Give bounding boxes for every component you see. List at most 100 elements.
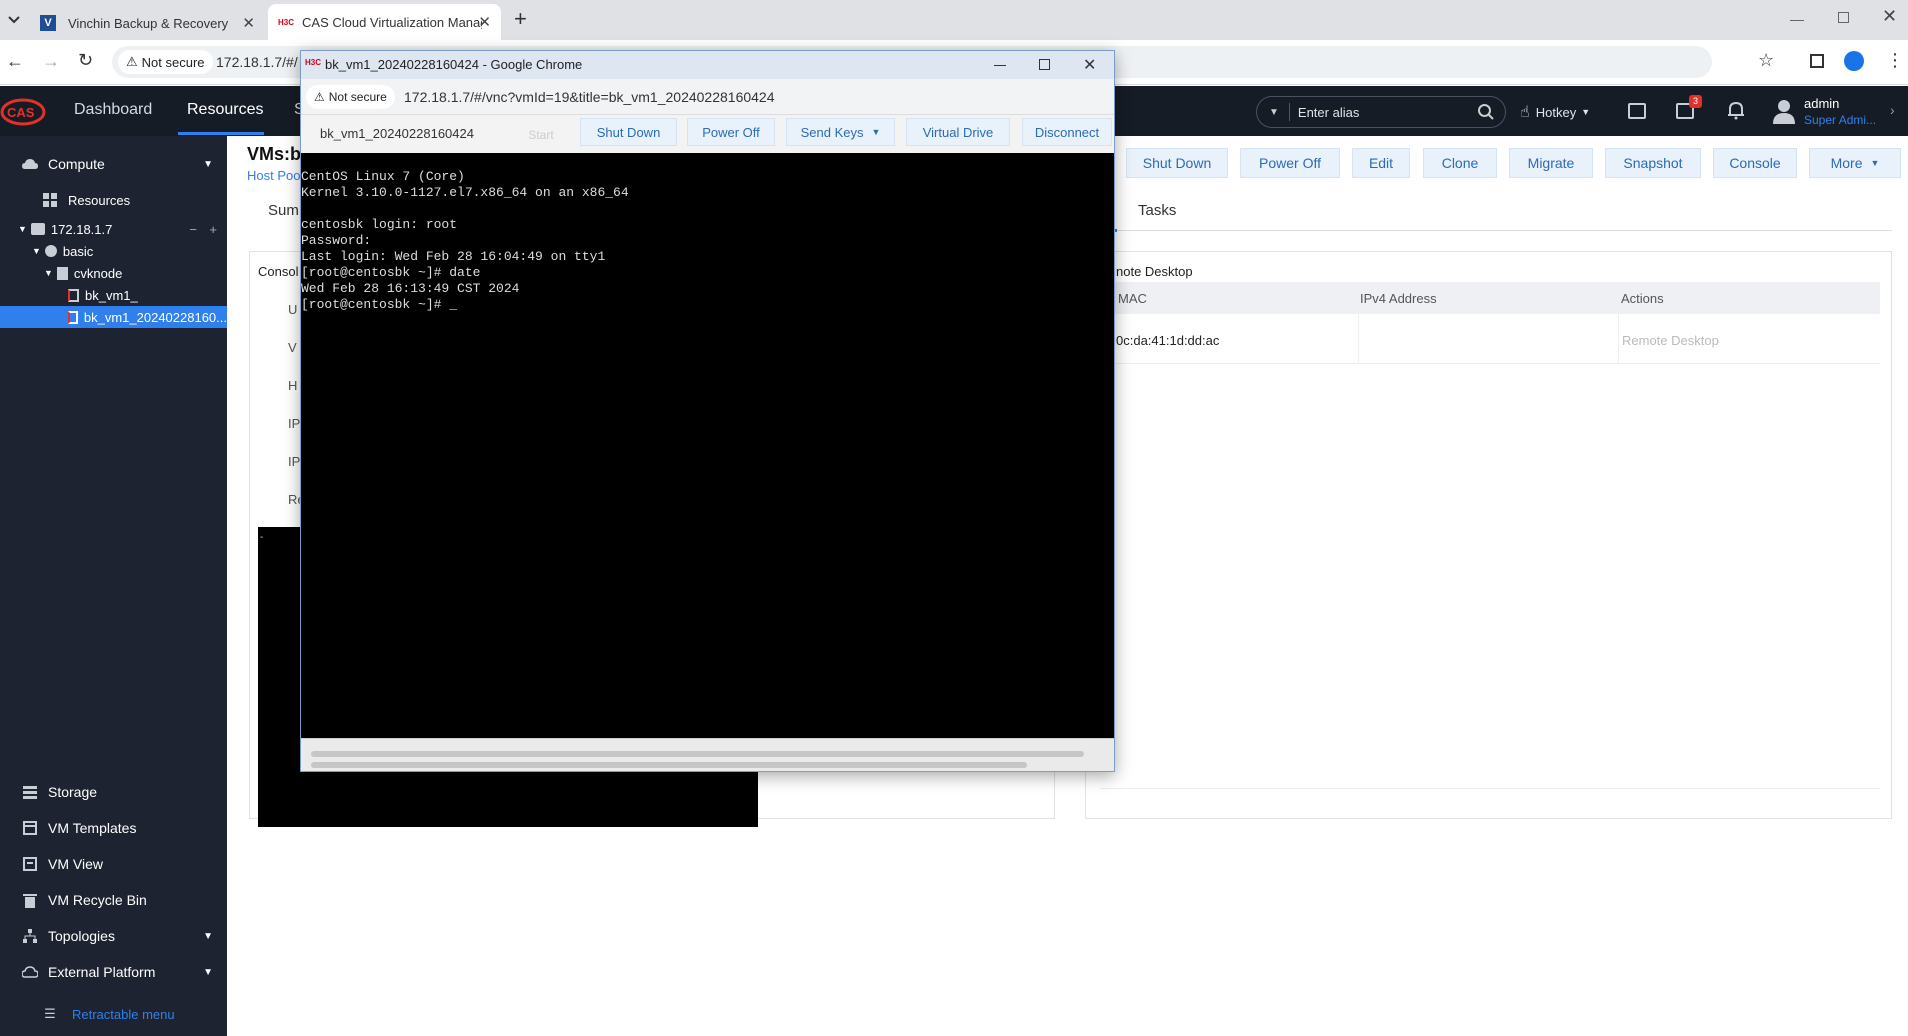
reload-icon[interactable]: ↻ <box>78 50 93 71</box>
vnc-virtual-drive-button[interactable]: Virtual Drive <box>906 118 1010 146</box>
alias-search[interactable]: ▼ Enter alias <box>1256 96 1506 128</box>
remote-desktop-link[interactable]: Remote Desktop <box>1622 333 1719 348</box>
close-icon[interactable]: ✕ <box>478 13 491 31</box>
tree-cluster[interactable]: ▼ basic <box>0 240 227 262</box>
bell-icon[interactable] <box>1727 100 1745 120</box>
caret-down-icon[interactable]: ▼ <box>32 246 41 256</box>
nav-dashboard[interactable]: Dashboard <box>74 101 152 119</box>
column-header-ipv4: IPv4 Address <box>1360 291 1437 306</box>
sidebar-storage[interactable]: Storage <box>0 778 227 806</box>
close-window-icon[interactable]: ✕ <box>1882 6 1897 27</box>
snapshot-button[interactable]: Snapshot <box>1605 148 1701 178</box>
tabs-divider <box>1115 230 1892 231</box>
tree-node[interactable]: ▼ cvknode <box>0 262 227 284</box>
back-icon[interactable]: ← <box>6 51 24 72</box>
chevron-down-icon: ▼ <box>203 158 213 170</box>
forward-icon[interactable]: → <box>42 51 60 72</box>
clone-button[interactable]: Clone <box>1423 148 1497 178</box>
sidebar-vm-view[interactable]: VM View <box>0 850 227 878</box>
search-icon[interactable] <box>1477 103 1495 121</box>
poweroff-button[interactable]: Power Off <box>1240 148 1340 178</box>
sidebar-topologies[interactable]: Topologies ▼ <box>0 922 227 950</box>
fullscreen-icon[interactable] <box>1628 103 1646 119</box>
summary-label-4: IP <box>288 416 301 431</box>
sidebar-resources[interactable]: Resources <box>0 188 227 212</box>
host-icon <box>30 223 45 235</box>
nav-resources-underline <box>178 132 264 135</box>
topology-icon <box>22 928 38 944</box>
sidebar-external-platform[interactable]: External Platform ▼ <box>0 958 227 986</box>
bookmark-star-icon[interactable]: ☆ <box>1758 50 1774 71</box>
vnc-shutdown-button[interactable]: Shut Down <box>580 118 677 146</box>
vnc-sendkeys-button[interactable]: Send Keys ▼ <box>786 118 895 146</box>
warning-icon: ⚠ <box>126 54 138 69</box>
column-divider <box>1618 314 1619 364</box>
new-tab-button[interactable]: + <box>514 6 527 32</box>
tab-search-button[interactable] <box>4 10 24 30</box>
chevron-down-icon[interactable]: ▼ <box>1269 107 1279 118</box>
vnc-start-button[interactable]: Start <box>520 124 562 146</box>
browser-tab-vinchin[interactable]: V Vinchin Backup & Recovery ✕ <box>30 6 265 40</box>
terminal-line: Wed Feb 28 16:13:49 CST 2024 <box>301 281 520 296</box>
user-name[interactable]: admin <box>1804 96 1839 111</box>
h3c-favicon-icon: H3C <box>305 58 322 67</box>
migrate-button[interactable]: Migrate <box>1509 148 1593 178</box>
kebab-menu-icon[interactable]: ⋮ <box>1886 50 1904 71</box>
popup-not-secure-badge[interactable]: ⚠ Not secure <box>306 85 395 109</box>
popup-maximize-icon[interactable] <box>1039 59 1050 70</box>
sidebar-vm-recycle-bin[interactable]: VM Recycle Bin <box>0 886 227 914</box>
more-button[interactable]: More ▼ <box>1809 148 1901 178</box>
hotkey-button[interactable]: ☝ Hotkey ▼ <box>1520 102 1590 122</box>
close-icon[interactable]: ✕ <box>242 14 255 32</box>
hand-pointer-icon: ☝ <box>1520 104 1530 121</box>
menu-icon: ☰ <box>44 1006 56 1021</box>
column-header-actions: Actions <box>1621 291 1664 306</box>
tree-vm-1[interactable]: bk_vm1_ <box>0 284 227 306</box>
caret-down-icon[interactable]: ▼ <box>18 224 27 234</box>
profile-icon[interactable] <box>1844 51 1864 71</box>
vnc-poweroff-button[interactable]: Power Off <box>687 118 775 146</box>
chevron-down-icon: ▼ <box>203 966 213 978</box>
browser-tab-cas[interactable]: H3C CAS Cloud Virtualization Manag ✕ <box>268 4 501 40</box>
chevron-down-icon: ▼ <box>203 930 213 942</box>
terminal-line: Last login: Wed Feb 28 16:04:49 on tty1 <box>301 249 606 264</box>
console-button[interactable]: Console <box>1713 148 1797 178</box>
breadcrumb[interactable]: Host Poo <box>247 168 300 183</box>
popup-url: 172.18.1.7/#/vnc?vmId=19&title=bk_vm1_20… <box>404 89 775 105</box>
vnc-scrollbar-thumb[interactable] <box>311 751 1084 757</box>
tree-vm-2-selected[interactable]: bk_vm1_20240228160... <box>0 306 227 328</box>
tab-title: Vinchin Backup & Recovery <box>68 15 229 31</box>
minimize-window-icon[interactable] <box>1790 20 1804 21</box>
tab-tasks[interactable]: Tasks <box>1138 202 1176 219</box>
edit-button[interactable]: Edit <box>1352 148 1410 178</box>
caret-down-icon[interactable]: ▼ <box>44 268 53 278</box>
popup-close-icon[interactable]: ✕ <box>1083 55 1096 75</box>
add-icon[interactable]: + <box>209 222 217 237</box>
user-avatar-icon[interactable] <box>1772 98 1796 124</box>
popup-minimize-icon[interactable] <box>994 65 1006 66</box>
popup-title: bk_vm1_20240228160424 - Google Chrome <box>325 57 583 72</box>
tab-summary[interactable]: Sum <box>268 202 299 219</box>
alias-input[interactable]: Enter alias <box>1298 105 1477 120</box>
shutdown-button[interactable]: Shut Down <box>1126 148 1228 178</box>
url-text: 172.18.1.7/#/ <box>216 54 298 70</box>
tree-host[interactable]: ▼ 172.18.1.7 − + <box>0 218 227 240</box>
remote-desktop-title: note Desktop <box>1116 264 1193 279</box>
restore-window-icon[interactable] <box>1838 12 1849 23</box>
vnc-terminal-screen[interactable]: CentOS Linux 7 (Core) Kernel 3.10.0-1127… <box>301 153 1114 738</box>
chevron-down-icon: ▼ <box>1581 107 1591 117</box>
sidebar-vm-templates[interactable]: VM Templates <box>0 814 227 842</box>
vnc-scrollbar-thumb-2[interactable] <box>311 762 1027 768</box>
sidebar-compute[interactable]: Compute ▼ <box>0 150 227 178</box>
nav-resources[interactable]: Resources <box>187 101 263 119</box>
terminal-line: CentOS Linux 7 (Core) <box>301 169 465 184</box>
chevron-right-icon[interactable]: › <box>1890 102 1895 118</box>
not-secure-badge[interactable]: ⚠ Not secure <box>118 50 213 74</box>
side-panel-icon[interactable] <box>1810 54 1824 68</box>
collapse-icon[interactable]: − <box>189 222 197 237</box>
vnc-disconnect-button[interactable]: Disconnect <box>1022 118 1112 146</box>
retractable-menu-button[interactable]: ☰ Retractable menu <box>0 1002 227 1026</box>
app-logo: CAS <box>0 98 46 126</box>
summary-label-2: V <box>288 340 297 355</box>
